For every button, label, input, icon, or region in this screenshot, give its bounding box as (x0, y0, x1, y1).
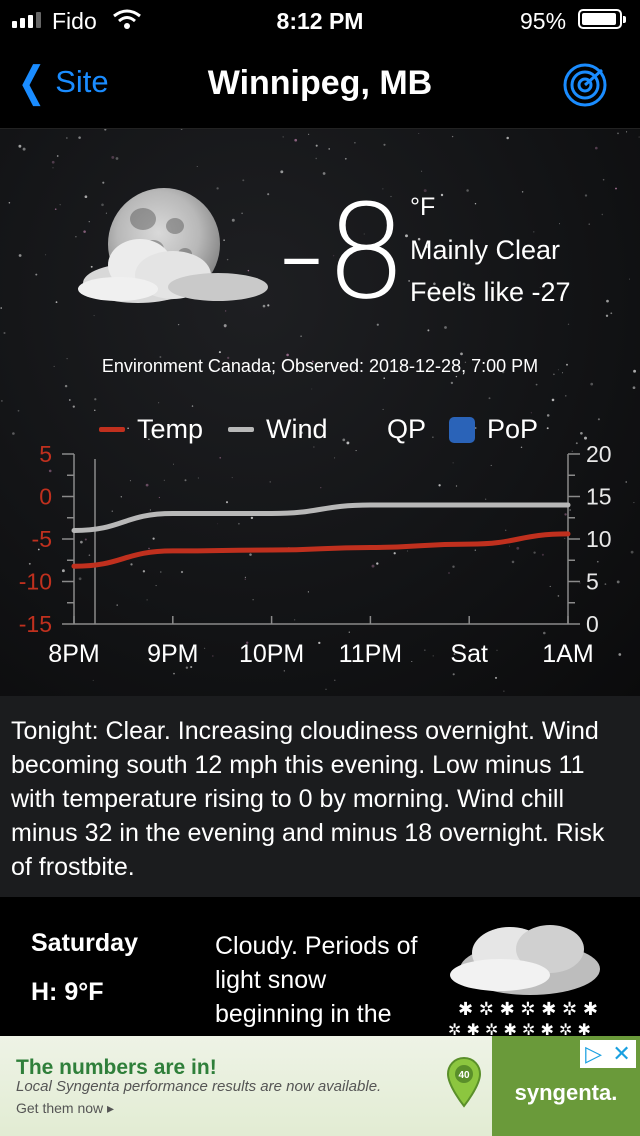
forecast-text: Tonight: Clear. Increasing cloudiness ov… (11, 717, 605, 881)
status-bar: Fido 8:12 PM 95% (0, 0, 640, 40)
current-temperature: -8 (278, 176, 408, 328)
temperature-unit: °F (410, 193, 436, 221)
ad-banner[interactable]: The numbers are in! Local Syngenta perfo… (0, 1036, 640, 1136)
series-line-wind (71, 502, 571, 533)
right-axis-tick-label: 5 (586, 569, 599, 595)
current-conditions-panel: -8 °F Mainly Clear Feels like -27 Enviro… (0, 129, 640, 696)
feels-like: Feels like -27 (410, 277, 571, 307)
current-condition: Mainly Clear (410, 235, 561, 265)
battery-percent: 95% (520, 8, 567, 34)
x-axis-label: 8PM (48, 640, 99, 668)
page-title: Winnipeg, MB (207, 64, 433, 102)
ad-subtitle: Local Syngenta performance results are n… (16, 1078, 382, 1095)
left-axis-tick-label: 0 (39, 484, 52, 510)
right-axis-tick-label: 10 (586, 526, 612, 552)
day-description: Cloudy. Periods of light snow beginning … (215, 932, 418, 1036)
ad-cta-link[interactable]: Get them now ▸ (16, 1100, 114, 1117)
day-high: H: 9°F (31, 978, 104, 1006)
x-axis-label: Sat (450, 640, 488, 668)
x-axis-label: 10PM (239, 640, 304, 668)
x-axis-label: 11PM (339, 640, 402, 668)
legend-wind-swatch (228, 427, 254, 432)
ad-brand: syngenta. (514, 1080, 618, 1105)
observation-source: Environment Canada; Observed: 2018-12-28… (101, 356, 539, 376)
day-name: Saturday (31, 929, 138, 957)
battery-icon (578, 9, 626, 29)
hourly-chart[interactable]: 5 0 -5 -10 -15 20 15 10 5 0 8PM 9PM 10PM 11PM Sat 1AM (0, 434, 640, 696)
svg-text:✱ ✲ ✱ ✲ ✱ ✲ ✱: ✱ ✲ ✱ ✲ ✱ ✲ ✱ (458, 999, 598, 1020)
series-line-temp (71, 531, 571, 569)
svg-text:✲ ✱ ✲ ✱ ✲ ✱ ✲ ✱: ✲ ✱ ✲ ✱ ✲ ✱ ✲ ✱ (448, 1020, 591, 1036)
left-axis-tick-label: -10 (19, 569, 52, 595)
right-axis-tick-label: 0 (586, 611, 599, 637)
left-axis-tick-label: 5 (39, 441, 52, 467)
close-icon[interactable]: ✕ (612, 1041, 630, 1067)
forecast-summary: Tonight: Clear. Increasing cloudiness ov… (0, 696, 640, 897)
ad-title: The numbers are in! (16, 1056, 217, 1079)
x-axis-label: 9PM (147, 640, 198, 668)
ad-choices-icon[interactable]: ▷ (585, 1041, 602, 1067)
radar-icon[interactable] (562, 62, 608, 108)
map-pin-icon: 40 (446, 1056, 482, 1108)
right-axis-tick-label: 20 (586, 441, 612, 467)
left-axis-tick-label: -15 (19, 611, 52, 637)
cloud-snow-icon: ✱ ✲ ✱ ✲ ✱ ✲ ✱ ✲ ✱ ✲ ✱ ✲ ✱ ✲ ✱ (448, 925, 600, 1036)
left-axis-tick-label: -5 (32, 526, 52, 552)
x-axis-label: 1AM (542, 640, 593, 668)
cloud-icon (78, 239, 268, 303)
day-forecast-card[interactable]: Saturday H: 9°F Cloudy. Periods of light… (0, 897, 640, 1036)
ad-close-controls[interactable]: ▷ ✕ (580, 1040, 636, 1068)
legend-temp-swatch (99, 427, 125, 432)
ad-content[interactable]: The numbers are in! Local Syngenta perfo… (0, 1036, 492, 1136)
right-axis-tick-label: 15 (586, 484, 612, 510)
navigation-bar: ❮ Site Winnipeg, MB (0, 40, 640, 129)
ad-badge: 40 (458, 1070, 470, 1081)
